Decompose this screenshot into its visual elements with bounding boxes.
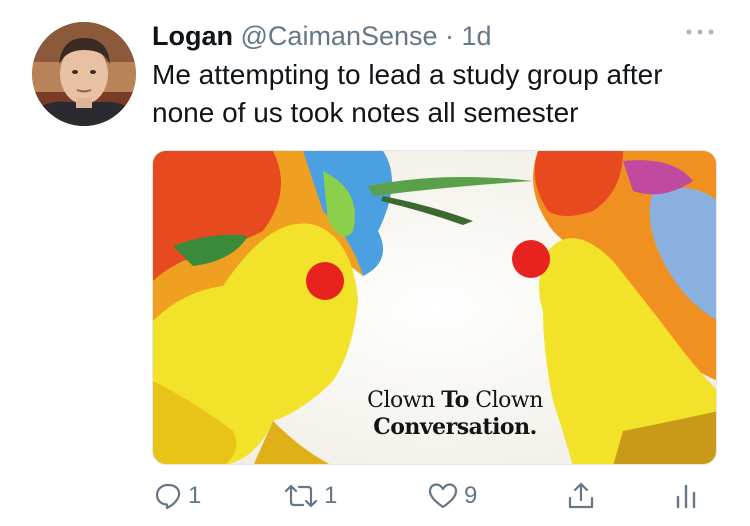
heart-icon <box>428 483 458 509</box>
meme-caption: Clown To Clown Conversation. <box>345 387 565 440</box>
tweet[interactable]: Logan @CaimanSense · 1d Me attempting to… <box>0 0 750 526</box>
more-options-button[interactable] <box>684 24 716 40</box>
tweet-header: Logan @CaimanSense · 1d <box>152 18 492 54</box>
analytics-button[interactable] <box>674 478 698 514</box>
tweet-media[interactable]: Clown To Clown Conversation. <box>152 150 717 465</box>
analytics-icon <box>676 484 696 509</box>
retweet-button[interactable]: 1 <box>284 478 337 514</box>
tweet-text: Me attempting to lead a study group afte… <box>152 59 663 128</box>
author-handle[interactable]: @CaimanSense <box>241 21 438 51</box>
caption-word-clown-2: Clown <box>468 388 543 413</box>
retweet-count: 1 <box>324 482 338 509</box>
caption-line-2: Conversation. <box>373 414 537 440</box>
reply-button[interactable]: 1 <box>154 478 201 514</box>
avatar[interactable] <box>32 22 136 126</box>
avatar-image <box>32 22 136 126</box>
caption-word-clown: Clown <box>367 388 442 413</box>
share-button[interactable] <box>566 478 596 514</box>
tweet-timestamp[interactable]: 1d <box>462 21 492 51</box>
share-icon <box>568 482 594 509</box>
reply-icon <box>155 483 181 510</box>
more-dots-icon <box>686 29 714 35</box>
caption-word-to: To <box>441 387 469 413</box>
action-bar: 1 1 9 <box>152 478 712 514</box>
like-count: 9 <box>464 482 478 509</box>
meta-separator: · <box>437 21 462 51</box>
retweet-icon <box>284 484 318 508</box>
like-button[interactable]: 9 <box>428 478 477 514</box>
author-name[interactable]: Logan <box>152 21 233 51</box>
reply-count: 1 <box>188 482 202 509</box>
